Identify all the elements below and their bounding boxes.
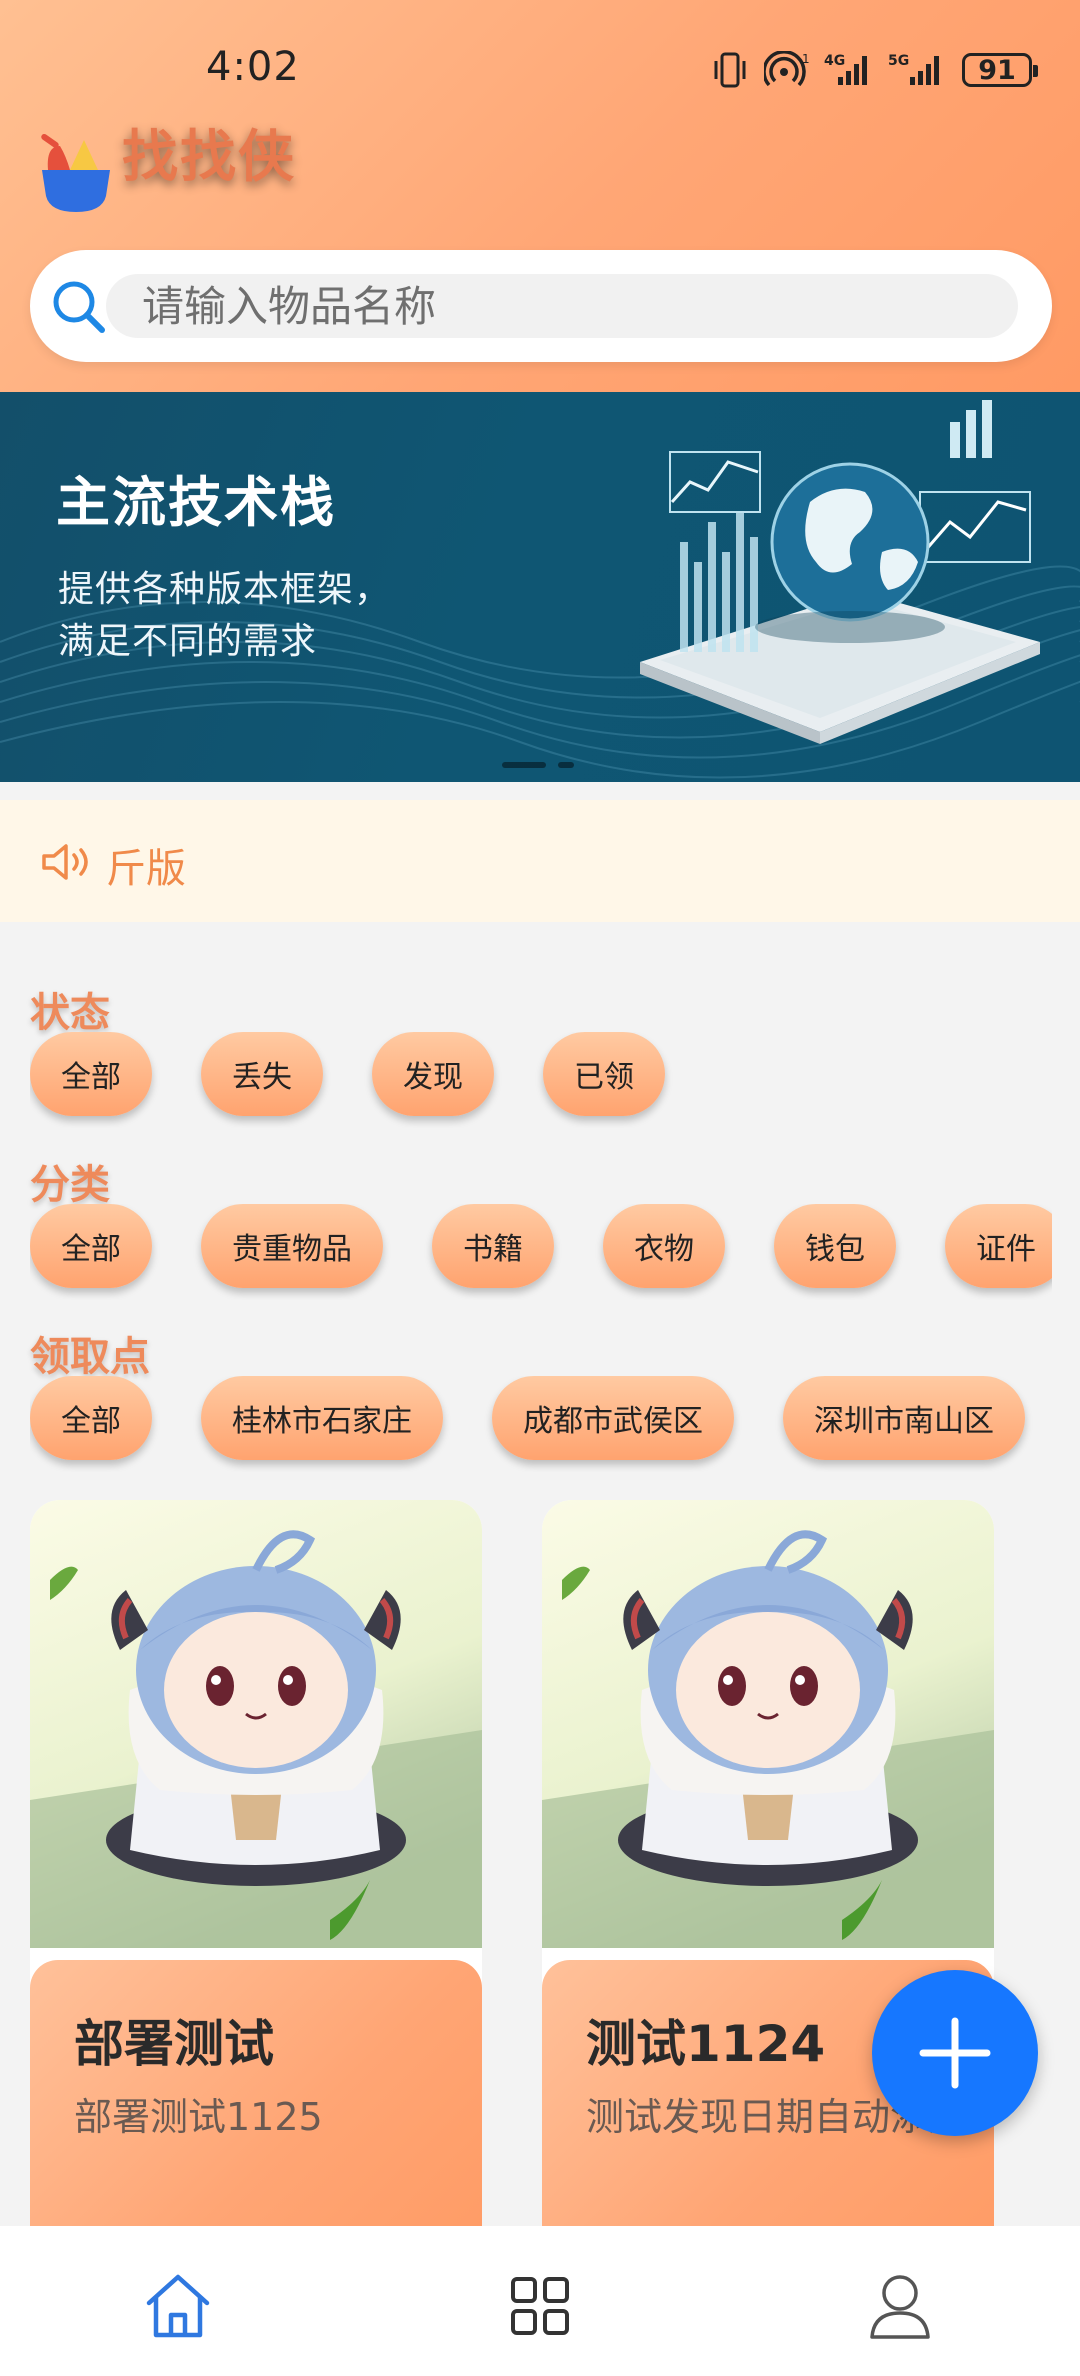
nav-profile[interactable] — [860, 2266, 940, 2346]
status-icons: 1 4G 5G 91 — [710, 48, 1038, 92]
status-bar: 4:02 1 4G 5G 91 — [0, 40, 1080, 100]
nav-home[interactable] — [138, 2266, 218, 2346]
bowl-logo-icon — [36, 126, 116, 220]
banner-subtitle-line2: 满足不同的需求 — [58, 621, 318, 662]
item-image — [542, 1500, 994, 1948]
filter-category: 分类 全部 贵重物品 书籍 衣物 钱包 证件 — [30, 1152, 1052, 1302]
globe-tablet-illustration — [640, 400, 1040, 744]
svg-text:4G: 4G — [824, 53, 845, 69]
banner-subtitle-line1: 提供各种版本框架， — [58, 569, 392, 610]
chip-row-pickup[interactable]: 全部 桂林市石家庄 成都市武侯区 深圳市南山区 — [30, 1376, 1052, 1472]
signal-4g-icon: 4G — [824, 51, 874, 89]
user-icon — [870, 2275, 930, 2339]
nav-categories[interactable] — [500, 2266, 580, 2346]
item-card-body: 部署测试 部署测试1125 — [30, 1960, 482, 2230]
filter-status: 状态 全部 丢失 发现 已领 — [30, 980, 1052, 1130]
chip-category-valuables[interactable]: 贵重物品 — [201, 1204, 383, 1288]
filter-title-status: 状态 — [30, 990, 110, 1036]
filter-pickup: 领取点 全部 桂林市石家庄 成都市武侯区 深圳市南山区 — [30, 1324, 1052, 1474]
chip-status-all[interactable]: 全部 — [30, 1032, 152, 1116]
item-card[interactable]: 部署测试 部署测试1125 — [30, 1500, 482, 2230]
speaker-icon — [40, 842, 94, 886]
banner-title: 主流技术栈 — [56, 471, 336, 534]
chip-category-wallet[interactable]: 钱包 — [774, 1204, 896, 1288]
search-bar[interactable] — [30, 250, 1052, 362]
chip-category-all[interactable]: 全部 — [30, 1204, 152, 1288]
search-input[interactable] — [142, 274, 1002, 338]
banner-carousel[interactable]: 主流技术栈 提供各种版本框架， 满足不同的需求 — [0, 392, 1080, 782]
add-item-button[interactable] — [872, 1970, 1038, 2136]
filter-title-pickup: 领取点 — [30, 1334, 150, 1380]
status-time: 4:02 — [206, 44, 300, 90]
svg-text:1: 1 — [802, 52, 810, 66]
item-desc: 部署测试1125 — [74, 2095, 323, 2139]
signal-5g-icon: 5G — [888, 51, 948, 89]
chip-status-found[interactable]: 发现 — [372, 1032, 494, 1116]
bottom-nav — [0, 2226, 1080, 2376]
plus-icon — [919, 2017, 991, 2089]
notice-bar[interactable]: 斤版 — [0, 800, 1080, 922]
filter-title-category: 分类 — [30, 1162, 110, 1208]
app-name: 找找侠 — [122, 125, 296, 190]
home-icon — [146, 2274, 210, 2338]
carousel-dot-active[interactable] — [502, 762, 546, 768]
chip-status-lost[interactable]: 丢失 — [201, 1032, 323, 1116]
grid-icon — [511, 2277, 569, 2335]
battery-icon: 91 — [962, 53, 1038, 87]
item-title: 部署测试 — [74, 2015, 274, 2073]
carousel-indicator — [502, 762, 574, 768]
hotspot-icon: 1 — [764, 51, 810, 89]
notice-text: 斤版 — [106, 846, 186, 892]
chip-category-clothes[interactable]: 衣物 — [603, 1204, 725, 1288]
svg-text:5G: 5G — [888, 53, 909, 69]
item-title: 测试1124 — [586, 2015, 826, 2073]
search-icon[interactable] — [48, 276, 108, 340]
chip-pickup-guilin[interactable]: 桂林市石家庄 — [201, 1376, 443, 1460]
chip-pickup-all[interactable]: 全部 — [30, 1376, 152, 1460]
header: 4:02 1 4G 5G 91 找找侠 请输入物品名称 — [0, 0, 1080, 392]
vibrate-icon — [710, 51, 750, 89]
chip-pickup-chengdu[interactable]: 成都市武侯区 — [492, 1376, 734, 1460]
chip-category-id[interactable]: 证件 — [945, 1204, 1052, 1288]
chip-status-claimed[interactable]: 已领 — [543, 1032, 665, 1116]
chip-pickup-shenzhen[interactable]: 深圳市南山区 — [783, 1376, 1025, 1460]
carousel-dot[interactable] — [558, 762, 574, 768]
item-image — [30, 1500, 482, 1948]
chip-row-category[interactable]: 全部 贵重物品 书籍 衣物 钱包 证件 — [30, 1204, 1052, 1300]
chip-row-status: 全部 丢失 发现 已领 — [30, 1032, 1052, 1128]
chip-category-books[interactable]: 书籍 — [432, 1204, 554, 1288]
